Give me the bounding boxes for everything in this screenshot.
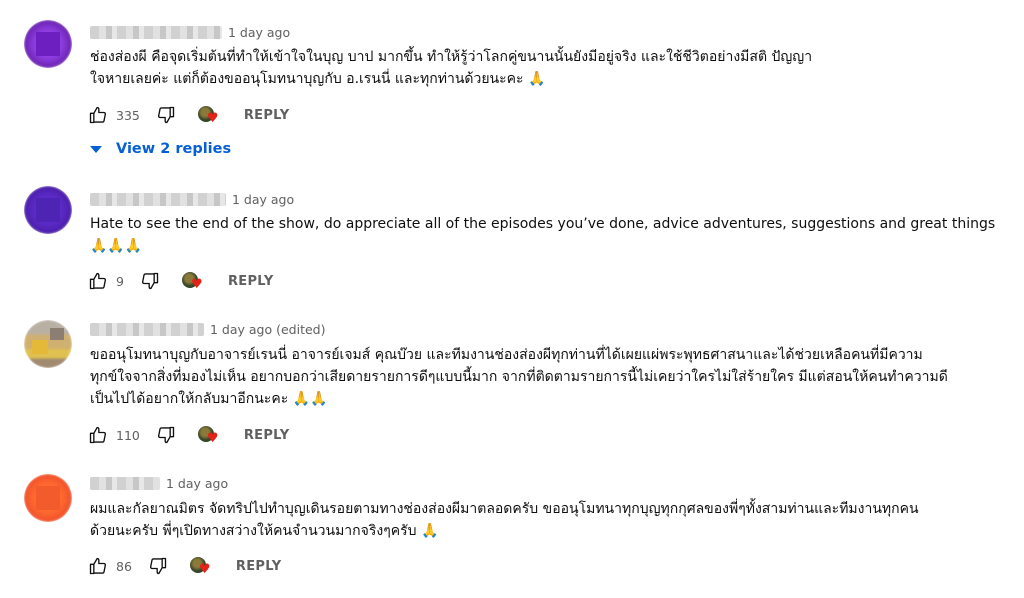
comment-header: 1 day ago [90,23,290,41]
heart-icon: ♥ [198,562,211,577]
thumbs-up-icon[interactable] [88,105,108,125]
comment-header: 1 day ago [90,190,294,208]
author-name[interactable] [90,322,204,336]
comment-text: ช่องส่องผี คือจุดเริ่มต้นที่ทำให้เข้าใจใ… [90,46,990,90]
timestamp[interactable]: 1 day ago (edited) [210,322,326,337]
like-count: 9 [116,273,124,289]
reply-button[interactable]: REPLY [236,559,282,574]
author-name[interactable] [90,192,226,206]
thumbs-down-icon[interactable] [140,271,160,291]
comment-line: 🙏🙏🙏 [90,238,143,254]
thumbs-up-icon[interactable] [88,271,108,291]
comment-line: Hate to see the end of the show, do appr… [90,216,996,232]
comment-text: ขออนุโมทนาบุญกับอาจารย์เรนนี่ อาจารย์เจม… [90,344,990,410]
heart-icon: ♥ [190,277,203,292]
thumbs-down-icon[interactable] [156,425,176,445]
avatar[interactable] [24,474,72,522]
avatar[interactable] [24,320,72,368]
comment-toolbar: 86 ♥ REPLY [88,555,282,577]
like-count: 110 [116,427,140,443]
heart-icon: ♥ [206,431,219,446]
comment-line: ผมและกัลยาณมิตร จัดทริปไปทำบุญเดินรอยตาม… [90,501,919,517]
comment-header: 1 day ago [90,474,228,492]
creator-heart-icon: ♥ [181,270,206,292]
comment-text: ผมและกัลยาณมิตร จัดทริปไปทำบุญเดินรอยตาม… [90,498,990,542]
heart-icon: ♥ [206,111,219,126]
comment-toolbar: 9 ♥ REPLY [88,270,274,292]
comment-line: ทุกข์ใจจากสิ่งที่มองไม่เห็น อยากบอกว่าเส… [90,369,948,385]
comment-header: 1 day ago (edited) [90,320,326,338]
comment-text: Hate to see the end of the show, do appr… [90,213,996,257]
comment-line: ใจหายเลยค่ะ แต่ก็ต้องขออนุโมทนาบุญกับ อ.… [90,71,546,87]
comment-toolbar: 110 ♥ REPLY [88,424,289,446]
view-replies-label: View 2 replies [116,141,232,157]
reply-button[interactable]: REPLY [244,108,290,123]
like-count: 335 [116,107,140,123]
avatar[interactable] [24,20,72,68]
like-count: 86 [116,558,132,574]
thumbs-down-icon[interactable] [156,105,176,125]
timestamp[interactable]: 1 day ago [232,192,294,207]
creator-heart-icon: ♥ [189,555,214,577]
comment-line: ช่องส่องผี คือจุดเริ่มต้นที่ทำให้เข้าใจใ… [90,49,813,65]
author-name[interactable] [90,476,160,490]
thumbs-down-icon[interactable] [148,556,168,576]
thumbs-up-icon[interactable] [88,556,108,576]
timestamp[interactable]: 1 day ago [228,25,290,40]
view-replies-button[interactable]: View 2 replies [88,140,231,158]
timestamp[interactable]: 1 day ago [166,476,228,491]
avatar[interactable] [24,186,72,234]
reply-button[interactable]: REPLY [228,274,274,289]
caret-down-icon [90,145,102,153]
comment-line: ขออนุโมทนาบุญกับอาจารย์เรนนี่ อาจารย์เจม… [90,347,923,363]
creator-heart-icon: ♥ [197,104,222,126]
thumbs-up-icon[interactable] [88,425,108,445]
reply-button[interactable]: REPLY [244,428,290,443]
author-name[interactable] [90,25,222,39]
creator-heart-icon: ♥ [197,424,222,446]
comment-line: เป็นไปได้อยากให้กลับมาอีกนะคะ 🙏🙏 [90,391,328,407]
comment-toolbar: 335 ♥ REPLY [88,104,289,126]
comment-line: ด้วยนะครับ พี่ๆเปิดทางสว่างให้คนจำนวนมาก… [90,523,439,539]
